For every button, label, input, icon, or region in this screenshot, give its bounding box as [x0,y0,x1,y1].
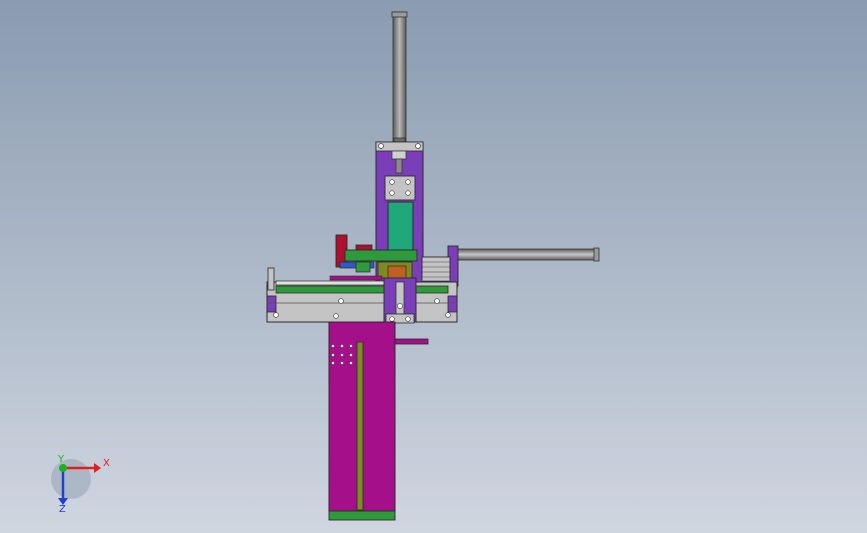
triad-y-axis [59,464,67,472]
vertical-slide-lower[interactable] [383,277,417,324]
vertical-linear-guide[interactable] [387,201,414,251]
vertical-slider-block[interactable] [384,175,416,201]
triad-origin-shadow [51,459,91,499]
cad-model-view[interactable] [0,0,867,533]
cad-viewport[interactable]: X Y Z [0,0,867,533]
triad-z-label: Z [59,504,66,515]
triad-x-label: X [103,458,110,469]
triad-y-label: Y [58,454,65,465]
vertical-cylinder-rod[interactable] [391,11,408,145]
support-column[interactable] [328,321,396,521]
